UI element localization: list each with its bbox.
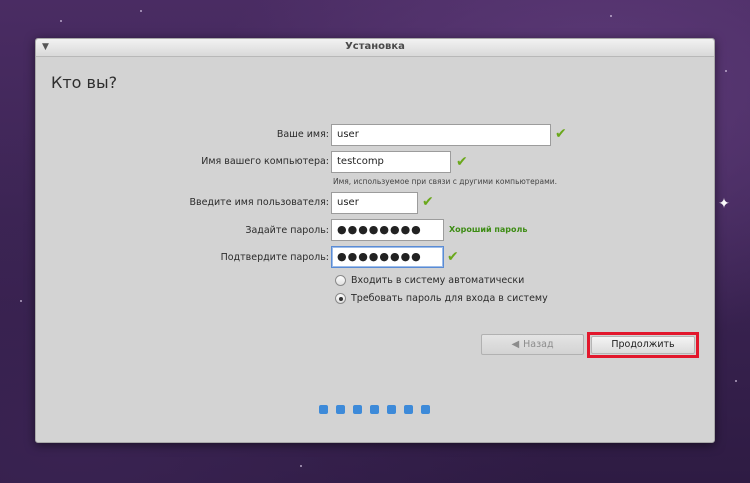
checkmark-icon: ✔ — [447, 249, 459, 265]
auto-login-label: Входить в систему автоматически — [351, 275, 525, 286]
step-dot — [404, 405, 413, 414]
page-title: Кто вы? — [51, 73, 118, 92]
computer-name-field[interactable]: testcomp — [331, 151, 451, 173]
checkmark-icon: ✔ — [555, 126, 567, 142]
password-field[interactable]: ●●●●●●●● — [331, 219, 444, 241]
radio-button-selected[interactable] — [335, 293, 346, 304]
name-field[interactable]: user — [331, 124, 551, 146]
background-star — [140, 10, 142, 12]
arrow-left-icon: ◀ — [511, 339, 520, 350]
name-label: Ваше имя: — [276, 129, 329, 140]
auto-login-option[interactable]: Входить в систему автоматически — [335, 275, 524, 286]
require-password-label: Требовать пароль для входа в систему — [351, 293, 548, 304]
step-dot — [336, 405, 345, 414]
background-star — [735, 380, 737, 382]
window-title: Установка — [345, 41, 405, 52]
step-dot — [421, 405, 430, 414]
password-label: Задайте пароль: — [245, 225, 329, 236]
checkmark-icon: ✔ — [422, 194, 434, 210]
require-password-option[interactable]: Требовать пароль для входа в систему — [335, 293, 548, 304]
continue-button[interactable]: Продолжить — [591, 336, 695, 354]
step-dot — [353, 405, 362, 414]
background-star — [60, 20, 62, 22]
radio-button[interactable] — [335, 275, 346, 286]
checkmark-icon: ✔ — [456, 154, 468, 170]
step-dot — [387, 405, 396, 414]
computer-name-hint: Имя, используемое при связи с другими ко… — [333, 177, 558, 186]
step-dot — [370, 405, 379, 414]
back-button-label: Назад — [523, 339, 554, 350]
background-star — [725, 70, 727, 72]
back-button[interactable]: ◀ Назад — [481, 334, 584, 355]
background-star — [610, 15, 612, 17]
step-dot — [319, 405, 328, 414]
computer-name-label: Имя вашего компьютера: — [201, 156, 329, 167]
confirm-password-label: Подтвердите пароль: — [220, 252, 329, 263]
title-bar: ▼ Установка — [36, 39, 714, 57]
background-star — [300, 465, 302, 467]
username-label: Введите имя пользователя: — [189, 197, 329, 208]
confirm-password-field[interactable]: ●●●●●●●● — [331, 246, 444, 268]
step-indicator — [319, 405, 430, 414]
password-strength: Хороший пароль — [449, 225, 528, 234]
star-icon: ✦ — [718, 196, 730, 212]
installer-window: ▼ Установка Кто вы? Ваше имя: user ✔ Имя… — [35, 38, 715, 443]
username-field[interactable]: user — [331, 192, 418, 214]
background-star — [20, 300, 22, 302]
